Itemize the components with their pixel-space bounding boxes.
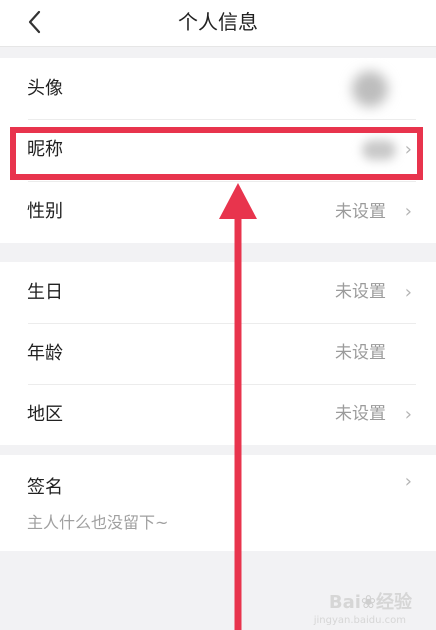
watermark-url: jingyan.baidu.com [313,615,406,626]
row-birthday[interactable]: 生日 未设置 › [0,262,436,323]
row-avatar[interactable]: 头像 [0,58,436,119]
row-label: 年龄 [27,343,63,364]
row-label: 地区 [27,404,63,425]
row-value: 未设置 [335,202,386,222]
row-label: 头像 [27,78,63,99]
row-value: 未设置 [335,343,386,363]
highlight-box [10,127,423,180]
chevron-right-icon: › [404,404,412,425]
nav-bar: 个人信息 [0,0,436,47]
chevron-right-icon: › [404,201,412,222]
row-label: 性别 [27,201,63,222]
chevron-right-icon: › [404,282,412,303]
signature-text: 主人什么也没留下~ [27,513,169,532]
row-label: 生日 [27,282,63,303]
signature-label: 签名 [27,477,63,498]
chevron-right-icon: › [404,471,412,492]
row-gender[interactable]: 性别 未设置 › [0,181,436,243]
profile-group-details: 生日 未设置 › 年龄 未设置 地区 未设置 › [0,262,436,445]
page-title: 个人信息 [178,10,258,34]
avatar [352,71,388,107]
watermark-logo: Bai❀经验 [328,592,412,613]
row-value: 未设置 [335,404,386,424]
row-age[interactable]: 年龄 未设置 [0,323,436,384]
profile-group-signature[interactable]: 签名 主人什么也没留下~ › [0,455,436,551]
row-value: 未设置 [335,282,386,302]
row-region[interactable]: 地区 未设置 › [0,384,436,445]
